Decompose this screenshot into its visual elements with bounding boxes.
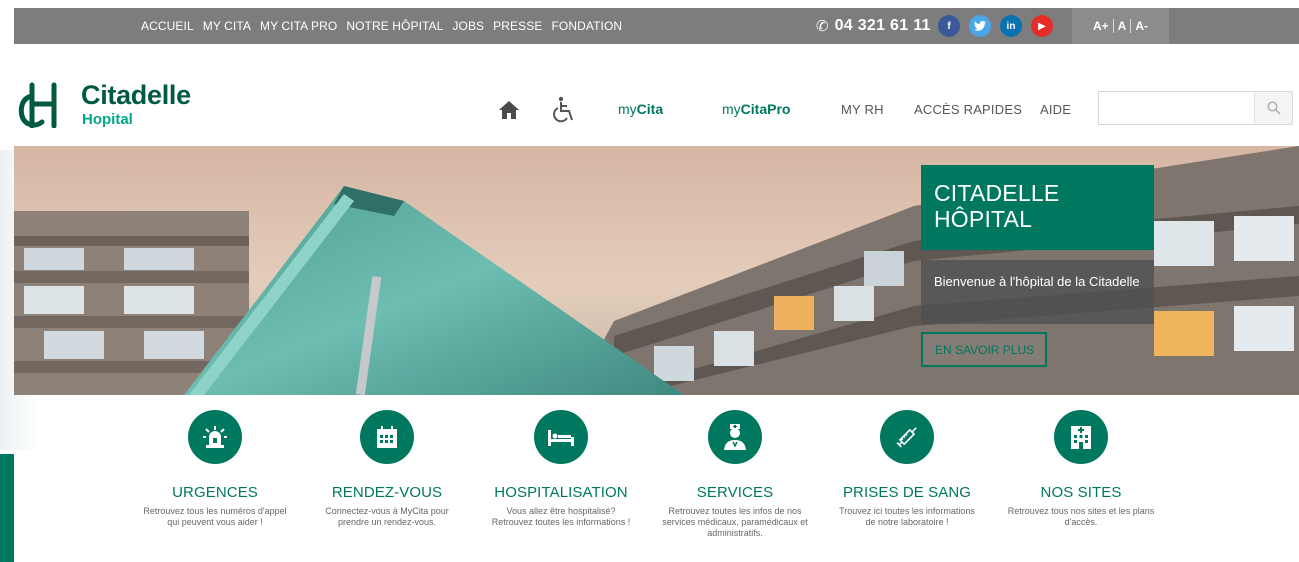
site-logo[interactable]: Citadelle Hopital	[18, 80, 218, 128]
nav-mycitapro[interactable]: myCitaPro	[722, 101, 790, 117]
phone-icon: ✆	[816, 18, 829, 35]
search-icon	[1266, 101, 1280, 115]
feature-icon-circle	[360, 410, 414, 464]
font-reset-button[interactable]: A	[1118, 19, 1127, 33]
feature-description: Vous allez être hospitalisé? Retrouvez t…	[491, 506, 631, 527]
social-links: f in ▶	[938, 15, 1053, 37]
search-button[interactable]	[1254, 92, 1292, 124]
siren-icon	[203, 426, 227, 448]
feature-description: Retrouvez tous nos sites et les plans d'…	[1007, 506, 1155, 527]
hero-title-line2: HÔPITAL	[934, 206, 1033, 232]
hero-title-box: CITADELLE HÔPITAL	[921, 165, 1154, 250]
feature-title: PRISES DE SANG	[842, 484, 972, 501]
logo-name: Citadelle	[81, 80, 191, 110]
divider	[1130, 19, 1132, 33]
search-box	[1098, 91, 1293, 125]
hero-banner: CITADELLE HÔPITAL Bienvenue à l'hôpital …	[14, 146, 1299, 395]
font-decrease-button[interactable]: A-	[1135, 19, 1148, 33]
top-link-my-cita[interactable]: MY CITA	[203, 19, 251, 33]
top-link-fondation[interactable]: FONDATION	[551, 19, 622, 33]
feature-description: Connectez-vous à MyCita pour prendre un …	[325, 506, 449, 527]
hero-title-line1: CITADELLE	[934, 180, 1060, 206]
feature-title: RENDEZ-VOUS	[331, 484, 443, 501]
nav-mycitapro-prefix: my	[722, 101, 741, 117]
decorative-strip-left	[0, 454, 14, 562]
phone-number[interactable]: ✆ 04 321 61 11	[816, 8, 931, 44]
feature-icon-circle	[188, 410, 242, 464]
feature-icon-circle	[534, 410, 588, 464]
logo-subtitle: Hopital	[82, 111, 133, 128]
top-link-accueil[interactable]: ACCUEIL	[141, 19, 194, 33]
top-link-jobs[interactable]: JOBS	[452, 19, 484, 33]
feature-title: NOS SITES	[1040, 484, 1122, 501]
doctor-icon	[724, 424, 746, 450]
nav-my-rh[interactable]: MY RH	[841, 102, 884, 117]
nav-mycita-bold: Cita	[636, 101, 664, 117]
hero-subtitle: Bienvenue à l'hôpital de la Citadelle	[921, 260, 1154, 324]
calendar-icon	[377, 426, 397, 448]
nav-mycita[interactable]: myCita	[618, 101, 663, 117]
phone-number-text: 04 321 61 11	[834, 17, 931, 34]
feature-description: Trouvez ici toutes les informations de n…	[839, 506, 975, 527]
feature-services[interactable]: SERVICES Retrouvez toutes les infos de n…	[655, 410, 815, 539]
top-bar: ACCUEIL MY CITA MY CITA PRO NOTRE HÔPITA…	[14, 8, 1299, 44]
nav-acces-rapides[interactable]: ACCÈS RAPIDES	[914, 102, 1022, 117]
feature-rendez-vous[interactable]: RENDEZ-VOUS Connectez-vous à MyCita pour…	[307, 410, 467, 528]
top-nav: ACCUEIL MY CITA MY CITA PRO NOTRE HÔPITA…	[141, 8, 622, 44]
twitter-icon[interactable]	[969, 15, 991, 37]
font-size-controls: A+ A A-	[1072, 8, 1169, 44]
citadelle-logo-icon	[18, 82, 57, 128]
facebook-icon[interactable]: f	[938, 15, 960, 37]
feature-icon-circle	[880, 410, 934, 464]
bed-icon	[548, 430, 574, 446]
feature-hospitalisation[interactable]: HOSPITALISATION Vous allez être hospital…	[481, 410, 641, 528]
top-link-notre-hopital[interactable]: NOTRE HÔPITAL	[346, 19, 443, 33]
feature-icon-circle	[1054, 410, 1108, 464]
feature-description: Retrouvez toutes les infos de nos servic…	[662, 506, 808, 538]
syringe-icon	[896, 427, 917, 448]
feature-title: HOSPITALISATION	[494, 484, 628, 501]
feature-urgences[interactable]: URGENCES Retrouvez tous les numéros d'ap…	[135, 410, 295, 528]
feature-nos-sites[interactable]: NOS SITES Retrouvez tous nos sites et le…	[1001, 410, 1161, 528]
nav-mycitapro-bold: CitaPro	[740, 101, 791, 117]
nav-mycita-prefix: my	[618, 101, 637, 117]
youtube-icon[interactable]: ▶	[1031, 15, 1053, 37]
font-increase-button[interactable]: A+	[1093, 19, 1109, 33]
top-link-my-cita-pro[interactable]: MY CITA PRO	[260, 19, 337, 33]
top-link-presse[interactable]: PRESSE	[493, 19, 542, 33]
divider	[1112, 19, 1114, 33]
feature-icon-circle	[708, 410, 762, 464]
hero-cta-button[interactable]: EN SAVOIR PLUS	[921, 332, 1047, 367]
search-input[interactable]	[1099, 92, 1254, 124]
linkedin-icon[interactable]: in	[1000, 15, 1022, 37]
nav-aide[interactable]: AIDE	[1040, 102, 1071, 117]
home-icon[interactable]	[498, 100, 520, 120]
feature-title: URGENCES	[172, 484, 258, 501]
feature-title: SERVICES	[696, 484, 774, 501]
feature-description: Retrouvez tous les numéros d'appel qui p…	[143, 506, 287, 527]
hospital-building-icon	[1071, 426, 1091, 449]
feature-prises-de-sang[interactable]: PRISES DE SANG Trouvez ici toutes les in…	[827, 410, 987, 528]
accessibility-icon[interactable]	[552, 96, 576, 124]
